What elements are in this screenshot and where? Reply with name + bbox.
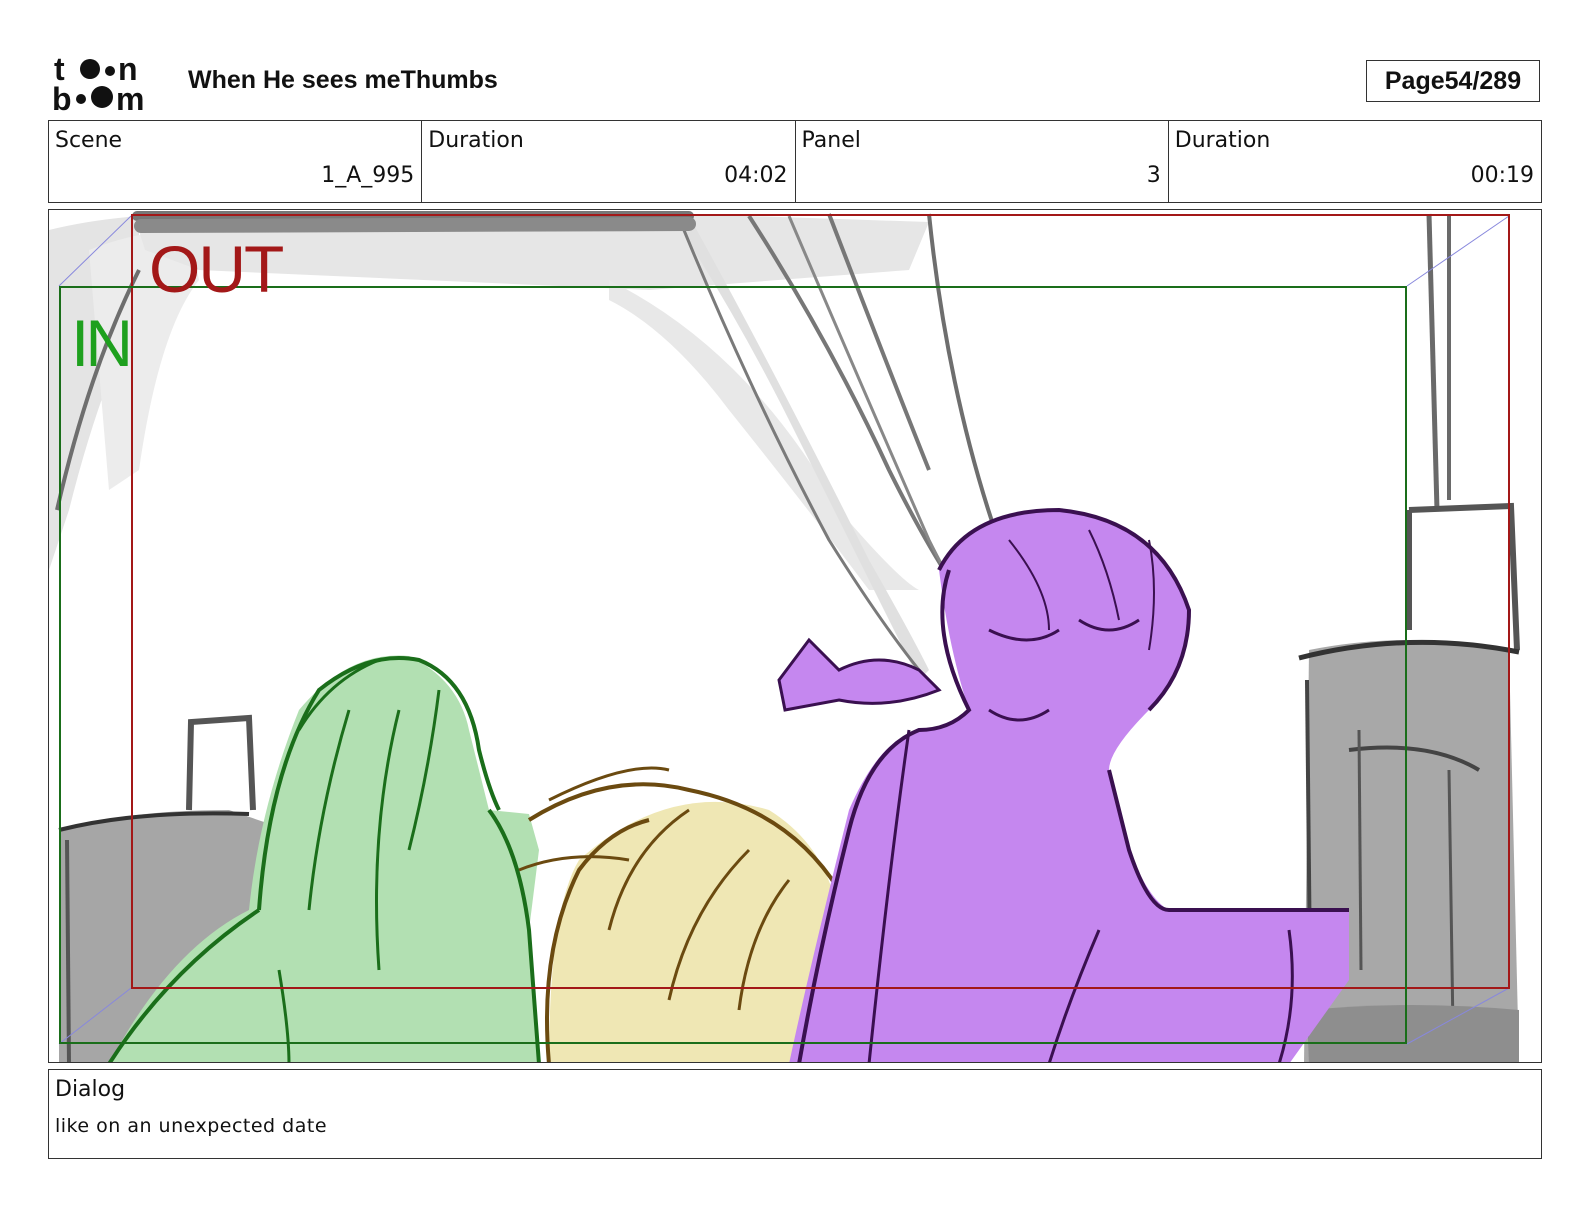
toonboom-logo: t n b m [52, 52, 144, 112]
svg-text:m: m [116, 81, 144, 112]
panel-value: 3 [1146, 163, 1161, 188]
panel-label: Panel [801, 128, 861, 153]
panel-cell: Panel 3 [796, 121, 1169, 202]
panel-duration-cell: Duration 00:19 [1169, 121, 1541, 202]
page-label: Page [1384, 66, 1445, 95]
panel-duration-label: Duration [1174, 128, 1271, 153]
scene-value: 1_A_995 [321, 163, 415, 188]
scene-duration-cell: Duration 04:02 [422, 121, 796, 202]
panel-duration-value: 00:19 [1470, 163, 1534, 188]
panel-drawing [49, 211, 1520, 1062]
in-frame-label: IN [71, 306, 133, 380]
dialog-box: Dialog like on an unexpected date [48, 1069, 1542, 1159]
out-frame-label: OUT [149, 232, 284, 306]
page-indicator: Page 54/289 [1366, 60, 1540, 102]
storyboard-panel: OUT IN [48, 209, 1542, 1063]
scene-duration-value: 04:02 [724, 163, 788, 188]
page-number: 54/289 [1444, 66, 1522, 95]
scene-cell: Scene 1_A_995 [49, 121, 423, 202]
scene-duration-label: Duration [428, 128, 524, 153]
svg-text:b: b [52, 81, 72, 112]
dialog-label: Dialog [55, 1077, 126, 1102]
blond-character-drawing [518, 766, 845, 1062]
dialog-text: like on an unexpected date [55, 1115, 328, 1137]
document-title: When He sees meThumbs [188, 66, 498, 94]
scene-info-table: Scene 1_A_995 Duration 04:02 Panel 3 Dur… [48, 120, 1542, 203]
scene-label: Scene [55, 128, 123, 153]
